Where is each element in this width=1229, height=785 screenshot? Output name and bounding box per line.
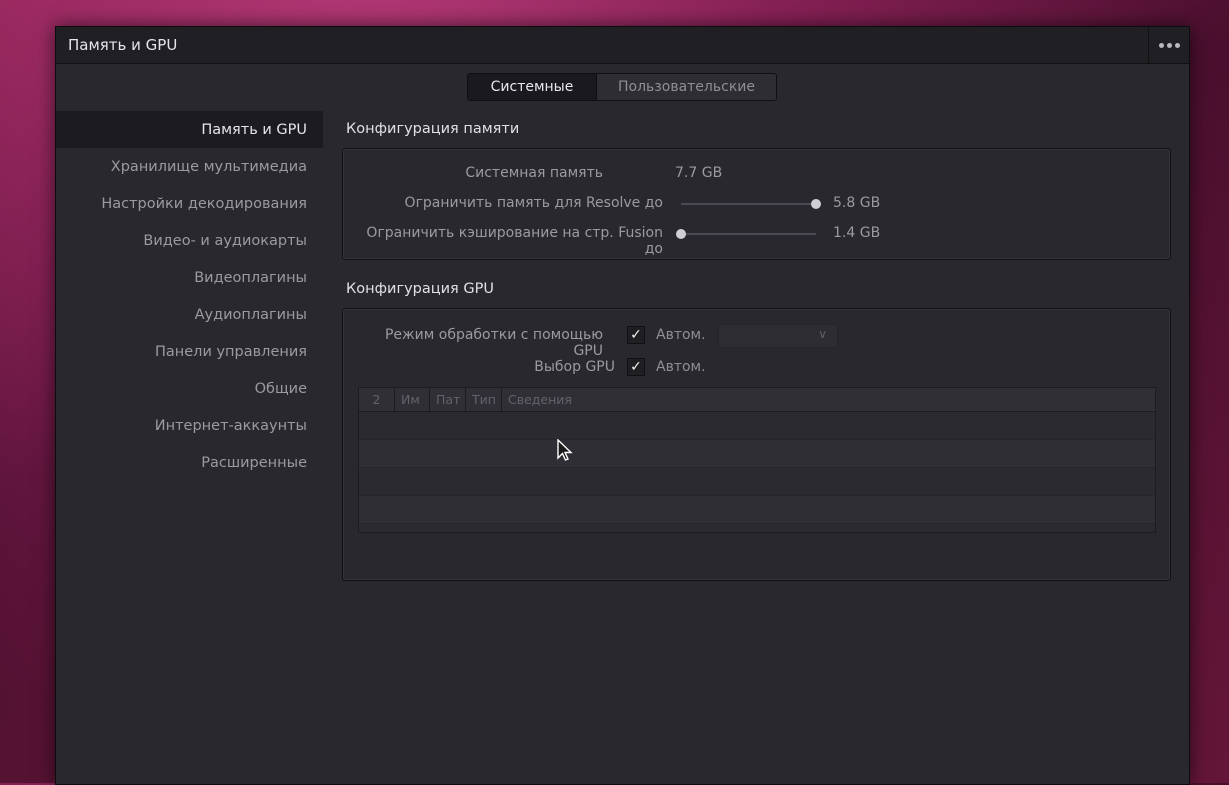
- tab-user[interactable]: Пользовательские: [597, 74, 776, 100]
- more-icon-dot: [1166, 42, 1172, 48]
- table-row: [359, 440, 1155, 468]
- sidebar-item-advanced[interactable]: Расширенные: [56, 444, 323, 481]
- fusion-cache-value: 1.4 GB: [833, 225, 881, 241]
- sidebar-item-media-storage[interactable]: Хранилище мультимедиа: [56, 148, 323, 185]
- title-bar: Память и GPU: [56, 27, 1189, 64]
- gpu-selection-label: Выбор GPU: [534, 359, 615, 375]
- sidebar-item-video-plugins[interactable]: Видеоплагины: [56, 259, 323, 296]
- column-header-index[interactable]: 2: [359, 388, 395, 411]
- gpu-mode-auto-checkbox[interactable]: ✓: [627, 326, 645, 344]
- gpu-selection-auto-label: Автом.: [656, 359, 706, 375]
- sidebar-item-decode-options[interactable]: Настройки декодирования: [56, 185, 323, 222]
- resolve-memory-value: 5.8 GB: [833, 195, 881, 211]
- sidebar: Память и GPU Хранилище мультимедиа Настр…: [56, 111, 323, 481]
- gpu-selection-auto-checkbox[interactable]: ✓: [627, 358, 645, 376]
- fusion-cache-label: Ограничить кэширование на стр. Fusion до: [366, 225, 663, 257]
- more-icon: [1158, 42, 1164, 48]
- gpu-mode-dropdown[interactable]: ∨: [718, 324, 838, 348]
- mouse-cursor-icon: [557, 439, 573, 461]
- gpu-list-table[interactable]: 2 Им Пат Тип Сведения: [358, 387, 1156, 533]
- sidebar-item-control-panels[interactable]: Панели управления: [56, 333, 323, 370]
- resolve-memory-slider[interactable]: [681, 203, 816, 205]
- fusion-cache-slider[interactable]: [681, 233, 816, 235]
- window-title: Память и GPU: [68, 36, 178, 54]
- memory-section-title: Конфигурация памяти: [346, 121, 520, 137]
- column-header-type[interactable]: Тип: [466, 388, 502, 411]
- sidebar-item-internet-accounts[interactable]: Интернет-аккаунты: [56, 407, 323, 444]
- sidebar-item-audio-plugins[interactable]: Аудиоплагины: [56, 296, 323, 333]
- gpu-mode-auto-label: Автом.: [656, 327, 706, 343]
- column-header-path[interactable]: Пат: [430, 388, 466, 411]
- chevron-down-icon: ∨: [818, 327, 827, 341]
- more-options-button[interactable]: [1148, 27, 1189, 63]
- table-row: [359, 412, 1155, 440]
- more-icon-dot: [1174, 42, 1180, 48]
- gpu-section-title: Конфигурация GPU: [346, 281, 494, 297]
- sidebar-item-general[interactable]: Общие: [56, 370, 323, 407]
- resolve-memory-slider-handle[interactable]: [811, 199, 821, 209]
- fusion-cache-slider-handle[interactable]: [676, 229, 686, 239]
- gpu-mode-label: Режим обработки с помощью GPU: [384, 327, 603, 359]
- system-memory-label: Системная память: [465, 165, 603, 181]
- resolve-memory-label: Ограничить память для Resolve до: [404, 195, 663, 211]
- column-header-details[interactable]: Сведения: [502, 388, 1155, 411]
- preferences-window: Память и GPU Системные Пользовательские …: [55, 26, 1190, 785]
- gpu-table-header: 2 Им Пат Тип Сведения: [359, 388, 1155, 412]
- table-row: [359, 496, 1155, 524]
- table-row: [359, 468, 1155, 496]
- preferences-tabs: Системные Пользовательские: [467, 73, 777, 101]
- tab-system[interactable]: Системные: [468, 74, 597, 100]
- sidebar-item-video-audio-io[interactable]: Видео- и аудиокарты: [56, 222, 323, 259]
- system-memory-value: 7.7 GB: [675, 165, 723, 181]
- column-header-name[interactable]: Им: [395, 388, 430, 411]
- sidebar-item-memory-gpu[interactable]: Память и GPU: [56, 111, 323, 148]
